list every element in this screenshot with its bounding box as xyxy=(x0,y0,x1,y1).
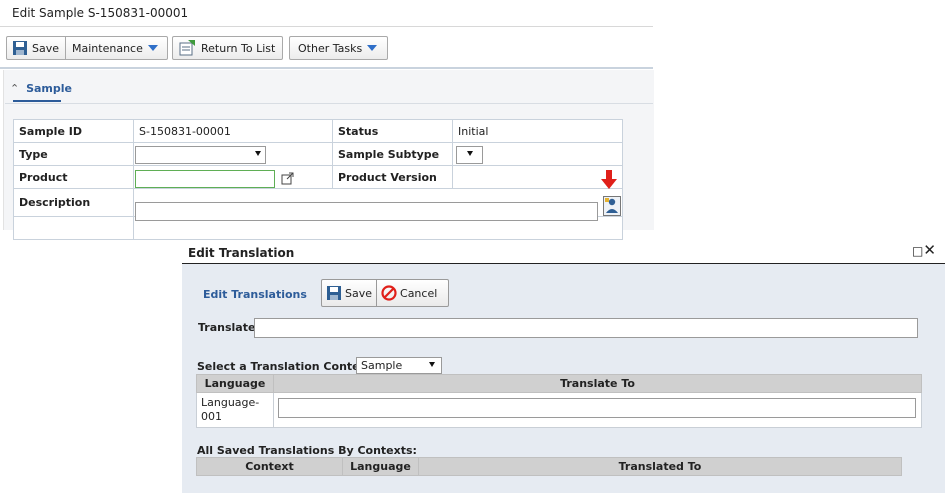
return-label: Return To List xyxy=(201,41,276,55)
sample-subtype-label: Sample Subtype xyxy=(332,142,453,166)
maintenance-menu-button[interactable]: Maintenance xyxy=(72,42,158,55)
column-header-language: Language xyxy=(342,457,419,476)
save-icon xyxy=(13,41,27,55)
column-header-language: Language xyxy=(196,374,274,393)
product-version-label: Product Version xyxy=(332,165,453,189)
dialog-save-button[interactable]: Save xyxy=(326,285,372,301)
description-label: Description xyxy=(13,188,134,217)
type-select[interactable] xyxy=(135,146,266,164)
dialog-cancel-label: Cancel xyxy=(400,286,438,300)
form-row: Sample ID S-150831-00001 Status Initial xyxy=(13,119,623,143)
red-down-arrow-icon xyxy=(601,170,617,189)
dialog-window-controls: □✕ xyxy=(912,241,936,259)
save-button[interactable]: Save xyxy=(12,40,59,56)
button-separator xyxy=(65,37,67,59)
product-label: Product xyxy=(13,165,134,189)
return-to-list-button[interactable]: Return To List xyxy=(172,36,283,60)
type-label: Type xyxy=(13,142,134,166)
translate-input[interactable] xyxy=(254,318,918,338)
column-header-translate-to: Translate To xyxy=(273,374,922,393)
save-icon xyxy=(327,286,341,300)
open-external-icon[interactable] xyxy=(281,172,295,185)
save-maintenance-group: Save Maintenance xyxy=(6,36,168,60)
dialog-title: Edit Translation xyxy=(188,246,295,260)
translate-button[interactable] xyxy=(603,196,621,216)
table-header-row: Language Translate To xyxy=(196,374,922,393)
context-select[interactable]: Sample xyxy=(356,357,442,374)
other-tasks-menu-button[interactable]: Other Tasks xyxy=(289,36,388,60)
sample-id-value: S-150831-00001 xyxy=(133,119,333,143)
language-cell: Language- 001 xyxy=(196,392,274,428)
product-input[interactable] xyxy=(135,170,275,188)
dropdown-arrow-icon xyxy=(429,362,435,367)
dialog-titlebar xyxy=(182,241,945,264)
section-title: Sample xyxy=(26,82,72,95)
column-header-context: Context xyxy=(196,457,343,476)
status-label: Status xyxy=(332,119,453,143)
list-return-icon xyxy=(179,40,195,56)
chevron-down-icon xyxy=(147,45,158,51)
edit-translations-label: Edit Translations xyxy=(203,288,307,301)
section-divider xyxy=(5,103,653,104)
form-row: Type Sample Subtype xyxy=(13,142,623,166)
dialog-cancel-button[interactable]: Cancel xyxy=(381,285,437,301)
title-divider xyxy=(0,26,653,27)
save-label: Save xyxy=(32,41,60,55)
chevron-down-icon xyxy=(367,45,378,51)
section-tab-underline xyxy=(13,100,61,102)
page-title: Edit Sample S-150831-00001 xyxy=(12,6,189,20)
status-value: Initial xyxy=(452,119,623,143)
product-version-value xyxy=(452,165,623,189)
context-select-value: Sample xyxy=(361,359,403,372)
sample-id-label: Sample ID xyxy=(13,119,134,143)
section-header-sample[interactable]: ⌃ Sample xyxy=(10,82,72,95)
button-separator xyxy=(376,280,378,306)
close-icon[interactable]: ✕ xyxy=(923,241,936,259)
saved-translations-table: Context Language Translated To xyxy=(196,457,902,476)
sample-subtype-select[interactable] xyxy=(456,146,483,164)
person-translate-icon xyxy=(605,198,618,213)
context-label: Select a Translation Context: xyxy=(197,360,377,373)
translate-label: Translate xyxy=(198,321,256,334)
toolbar-divider xyxy=(0,67,653,69)
other-tasks-label: Other Tasks xyxy=(298,41,363,55)
dropdown-arrow-icon xyxy=(467,151,473,156)
dropdown-arrow-icon xyxy=(255,151,261,156)
column-header-translated-to: Translated To xyxy=(418,457,902,476)
empty-cell xyxy=(13,216,134,240)
maximize-icon[interactable]: □ xyxy=(912,244,923,258)
sample-form-table: Sample ID S-150831-00001 Status Initial … xyxy=(13,119,623,240)
saved-translations-label: All Saved Translations By Contexts: xyxy=(197,444,417,457)
dialog-save-label: Save xyxy=(345,286,373,300)
description-input[interactable] xyxy=(135,202,598,221)
form-row: Product Product Version xyxy=(13,165,623,189)
dialog-button-group: Save Cancel xyxy=(321,279,449,307)
maintenance-label: Maintenance xyxy=(72,41,143,55)
translate-to-input[interactable] xyxy=(278,398,916,418)
table-header-row: Context Language Translated To xyxy=(196,457,902,476)
chevron-up-icon: ⌃ xyxy=(10,82,20,95)
cancel-icon xyxy=(381,285,397,301)
